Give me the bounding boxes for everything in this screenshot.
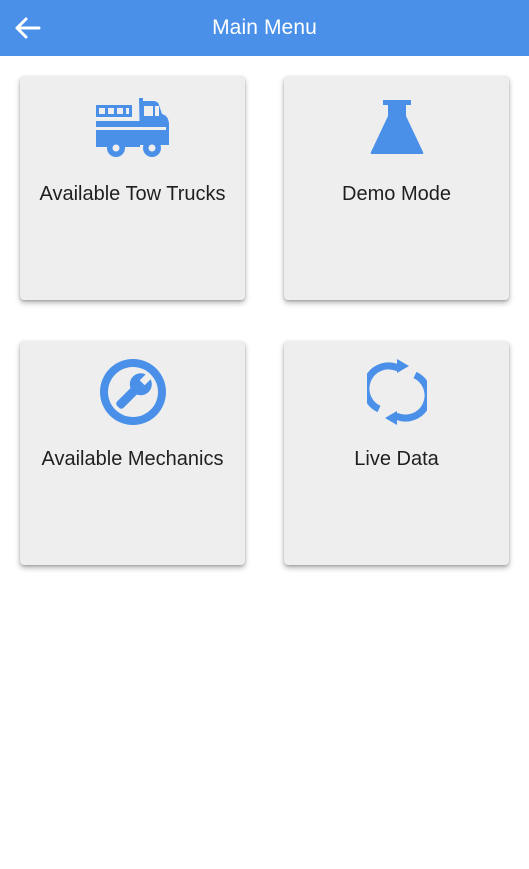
tile-label: Available Mechanics bbox=[41, 448, 224, 470]
tile-label: Demo Mode bbox=[342, 183, 451, 205]
flask-icon bbox=[370, 100, 423, 154]
tile-available-mechanics[interactable]: Available Mechanics bbox=[20, 341, 245, 565]
tile-label: Live Data bbox=[354, 448, 439, 470]
tile-label: Available Tow Trucks bbox=[39, 183, 226, 205]
tile-available-tow-trucks[interactable]: Available Tow Trucks bbox=[20, 76, 245, 300]
page-title: Main Menu bbox=[212, 16, 317, 39]
tile-demo-mode[interactable]: Demo Mode bbox=[284, 76, 509, 300]
app-screen: Main Menu Available Tow Trucks Demo Mode… bbox=[0, 0, 529, 869]
sync-icon bbox=[366, 359, 427, 425]
tile-live-data[interactable]: Live Data bbox=[284, 341, 509, 565]
wrench-icon bbox=[99, 359, 166, 425]
fire-truck-icon bbox=[95, 98, 169, 157]
app-bar: Main Menu bbox=[0, 0, 529, 56]
